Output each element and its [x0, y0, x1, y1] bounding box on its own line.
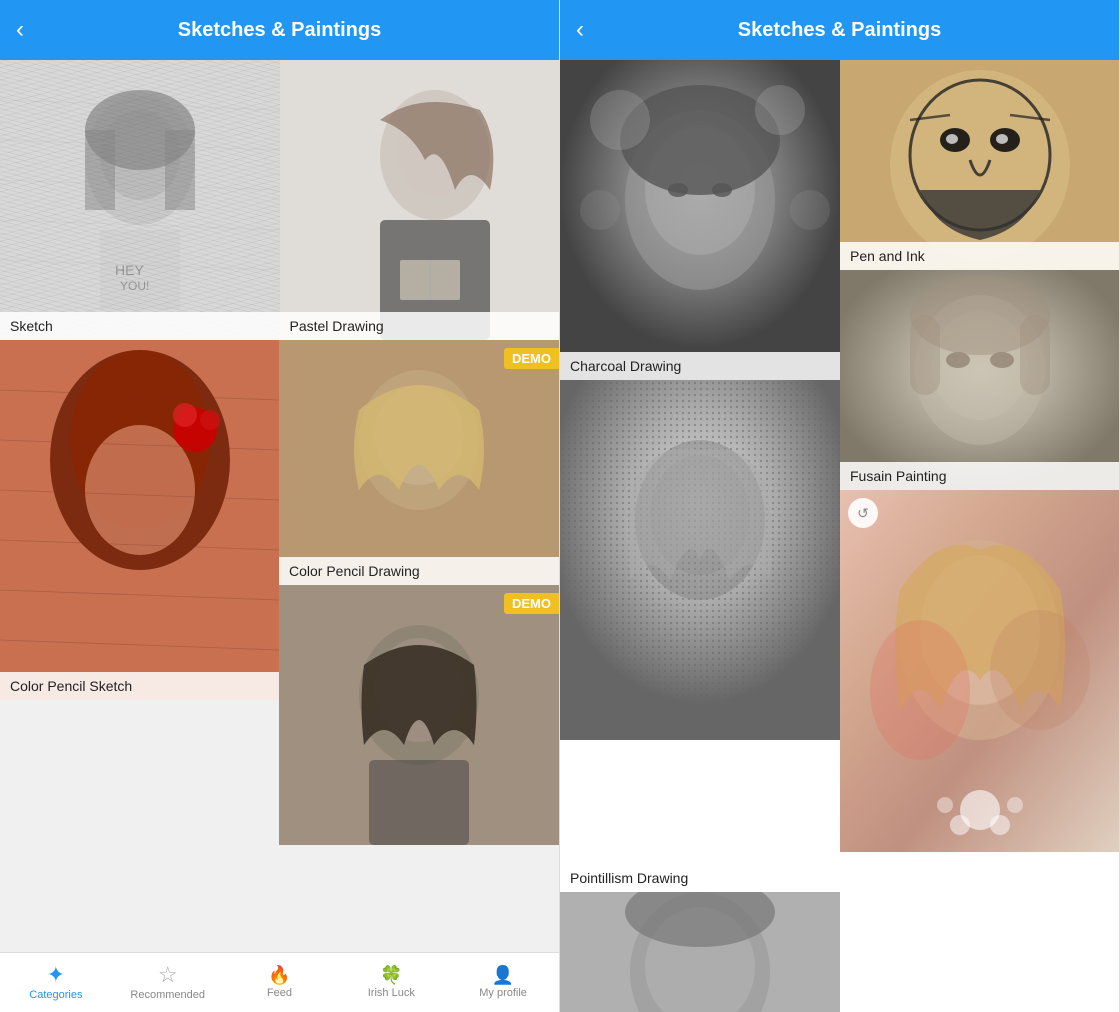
tab-bar-left: ✦ Categories ☆ Recommended 🔥 Feed 🍀 Iris… [0, 952, 559, 1012]
irish-luck-label: Irish Luck [368, 987, 415, 999]
feed-icon: 🔥 [268, 966, 290, 984]
left-back-button[interactable]: ‹ [16, 16, 24, 44]
demo-bottom-badge: DEMO [504, 593, 559, 614]
grid-item-colorful[interactable]: ↺ [840, 490, 1119, 1012]
grid-item-color-pencil-drawing[interactable]: DEMO Color Pencil Drawing [279, 340, 559, 585]
grid-item-sketch[interactable]: HEY YOU! Sketch [0, 60, 280, 340]
tab-recommended[interactable]: ☆ Recommended [112, 964, 224, 1001]
profile-label: My profile [479, 987, 527, 999]
grid-item-fusain[interactable]: Fusain Painting [840, 270, 1119, 490]
right-back-button[interactable]: ‹ [576, 16, 584, 44]
right-col-right: Pen and Ink [840, 60, 1119, 1012]
favorite-icon[interactable]: ↺ [848, 498, 878, 528]
tab-my-profile[interactable]: 👤 My profile [447, 966, 559, 999]
color-pencil-sketch-label: Color Pencil Sketch [0, 672, 279, 700]
grid-item-charcoal[interactable]: Charcoal Drawing [560, 60, 840, 380]
grid-item-pastel[interactable]: Pastel Drawing [280, 60, 560, 340]
charcoal-label: Charcoal Drawing [560, 352, 840, 380]
pointillism-label: Pointillism Drawing [560, 864, 840, 892]
recommended-label: Recommended [130, 989, 205, 1001]
svg-text:YOU!: YOU! [120, 279, 149, 293]
sketch-label: Sketch [0, 312, 280, 340]
grid-item-pen-ink[interactable]: Pen and Ink [840, 60, 1119, 270]
left-phone-panel: ‹ Sketches & Paintings [0, 0, 560, 1012]
grid-item-bottom-sketch-left[interactable] [560, 892, 840, 1012]
profile-icon: 👤 [492, 966, 514, 984]
grid-item-color-pencil-sketch[interactable]: Color Pencil Sketch [0, 340, 279, 700]
left-header-title: Sketches & Paintings [178, 19, 381, 42]
left-header: ‹ Sketches & Paintings [0, 0, 559, 60]
right-header: ‹ Sketches & Paintings [560, 0, 1119, 60]
feed-label: Feed [267, 987, 292, 999]
irish-luck-icon: 🍀 [380, 966, 402, 984]
svg-text:HEY: HEY [115, 262, 144, 278]
tab-categories[interactable]: ✦ Categories [0, 964, 112, 1001]
right-header-title: Sketches & Paintings [738, 19, 941, 42]
grid-item-pointillism[interactable]: Pointillism Drawing [560, 380, 840, 892]
right-col-left: Charcoal Drawing [560, 60, 840, 1012]
color-pencil-drawing-demo-badge: DEMO [504, 348, 559, 369]
recommended-icon: ☆ [158, 964, 178, 986]
categories-label: Categories [29, 989, 82, 1001]
tab-irish-luck[interactable]: 🍀 Irish Luck [335, 966, 447, 999]
fusain-label: Fusain Painting [840, 462, 1119, 490]
grid-item-demo-bottom[interactable]: DEMO [279, 585, 559, 845]
tab-feed[interactable]: 🔥 Feed [224, 966, 336, 999]
pastel-label: Pastel Drawing [280, 312, 560, 340]
right-phone-panel: ‹ Sketches & Paintings [560, 0, 1120, 1012]
categories-icon: ✦ [47, 964, 65, 986]
left-scroll-content: HEY YOU! Sketch [0, 60, 559, 952]
pen-ink-label: Pen and Ink [840, 242, 1119, 270]
color-pencil-drawing-label: Color Pencil Drawing [279, 557, 559, 585]
